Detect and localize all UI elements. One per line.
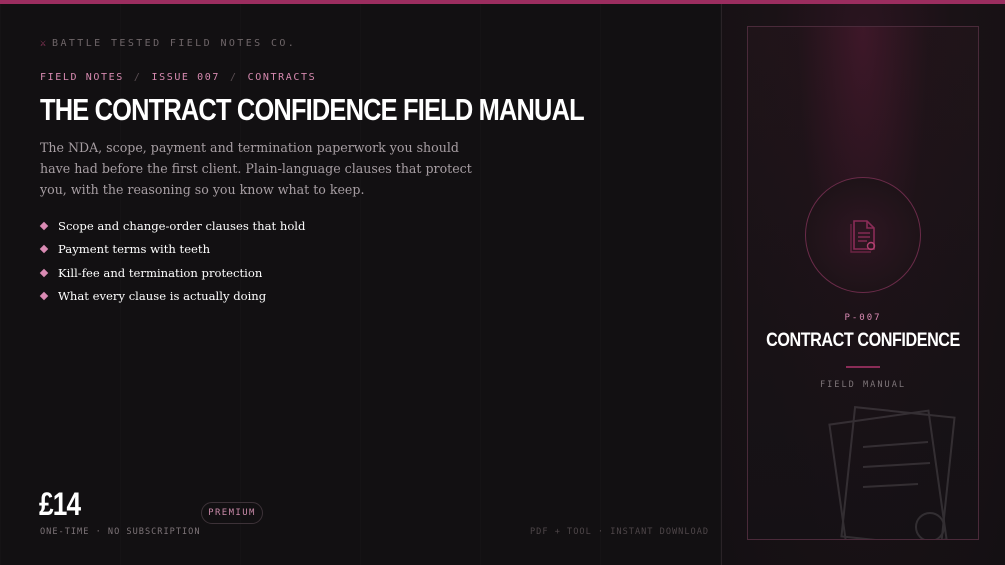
cover-subtitle: FIELD MANUAL bbox=[819, 380, 907, 390]
feature-list: Scope and change-order clauses that hold… bbox=[39, 214, 306, 309]
breadcrumb-item-issue[interactable]: ISSUE 007 bbox=[151, 72, 220, 83]
feature-label: Scope and change-order clauses that hold bbox=[58, 218, 306, 233]
list-item: Kill-fee and termination protection bbox=[39, 261, 305, 285]
list-item: Payment terms with teeth bbox=[39, 238, 305, 262]
document-icon bbox=[850, 220, 876, 253]
product-description: The NDA, scope, payment and termination … bbox=[40, 140, 472, 197]
product-code: P-007 bbox=[844, 313, 882, 323]
breadcrumb-item-field-notes[interactable]: FIELD NOTES bbox=[40, 72, 124, 83]
diamond-bullet-icon bbox=[39, 245, 49, 254]
cover-rule bbox=[846, 366, 880, 368]
list-item: Scope and change-order clauses that hold bbox=[39, 214, 306, 238]
crossed-swords-icon: ⚔ bbox=[40, 38, 47, 49]
cover-title: CONTRACT CONFIDENCE bbox=[766, 330, 960, 351]
product-cover-card[interactable]: P-007 CONTRACT CONFIDENCE FIELD MANUAL bbox=[747, 26, 979, 540]
diamond-bullet-icon bbox=[39, 221, 49, 230]
breadcrumb-separator: / bbox=[230, 72, 238, 83]
price-note: ONE-TIME · NO SUBSCRIPTION bbox=[40, 527, 201, 537]
feature-label: Payment terms with teeth bbox=[58, 242, 211, 257]
cover-emblem bbox=[805, 177, 921, 293]
breadcrumb: FIELD NOTES / ISSUE 007 / CONTRACTS bbox=[40, 72, 316, 83]
premium-badge: PREMIUM bbox=[201, 502, 263, 524]
feature-label: Kill-fee and termination protection bbox=[58, 265, 263, 280]
brand-name: BATTLE TESTED FIELD NOTES CO. bbox=[52, 38, 297, 49]
diamond-bullet-icon bbox=[39, 292, 49, 301]
breadcrumb-separator: / bbox=[133, 72, 142, 83]
feature-label: What every clause is actually doing bbox=[58, 289, 267, 304]
diamond-bullet-icon bbox=[39, 268, 49, 277]
list-item: What every clause is actually doing bbox=[39, 285, 305, 309]
page-title: THE CONTRACT CONFIDENCE FIELD MANUAL bbox=[40, 92, 585, 127]
price: £14 bbox=[39, 486, 81, 522]
contract-illustration-icon bbox=[828, 406, 956, 539]
delivery-note: PDF + TOOL · INSTANT DOWNLOAD bbox=[530, 527, 710, 537]
breadcrumb-item-contracts[interactable]: CONTRACTS bbox=[248, 72, 317, 83]
brand: ⚔ BATTLE TESTED FIELD NOTES CO. bbox=[40, 38, 296, 49]
